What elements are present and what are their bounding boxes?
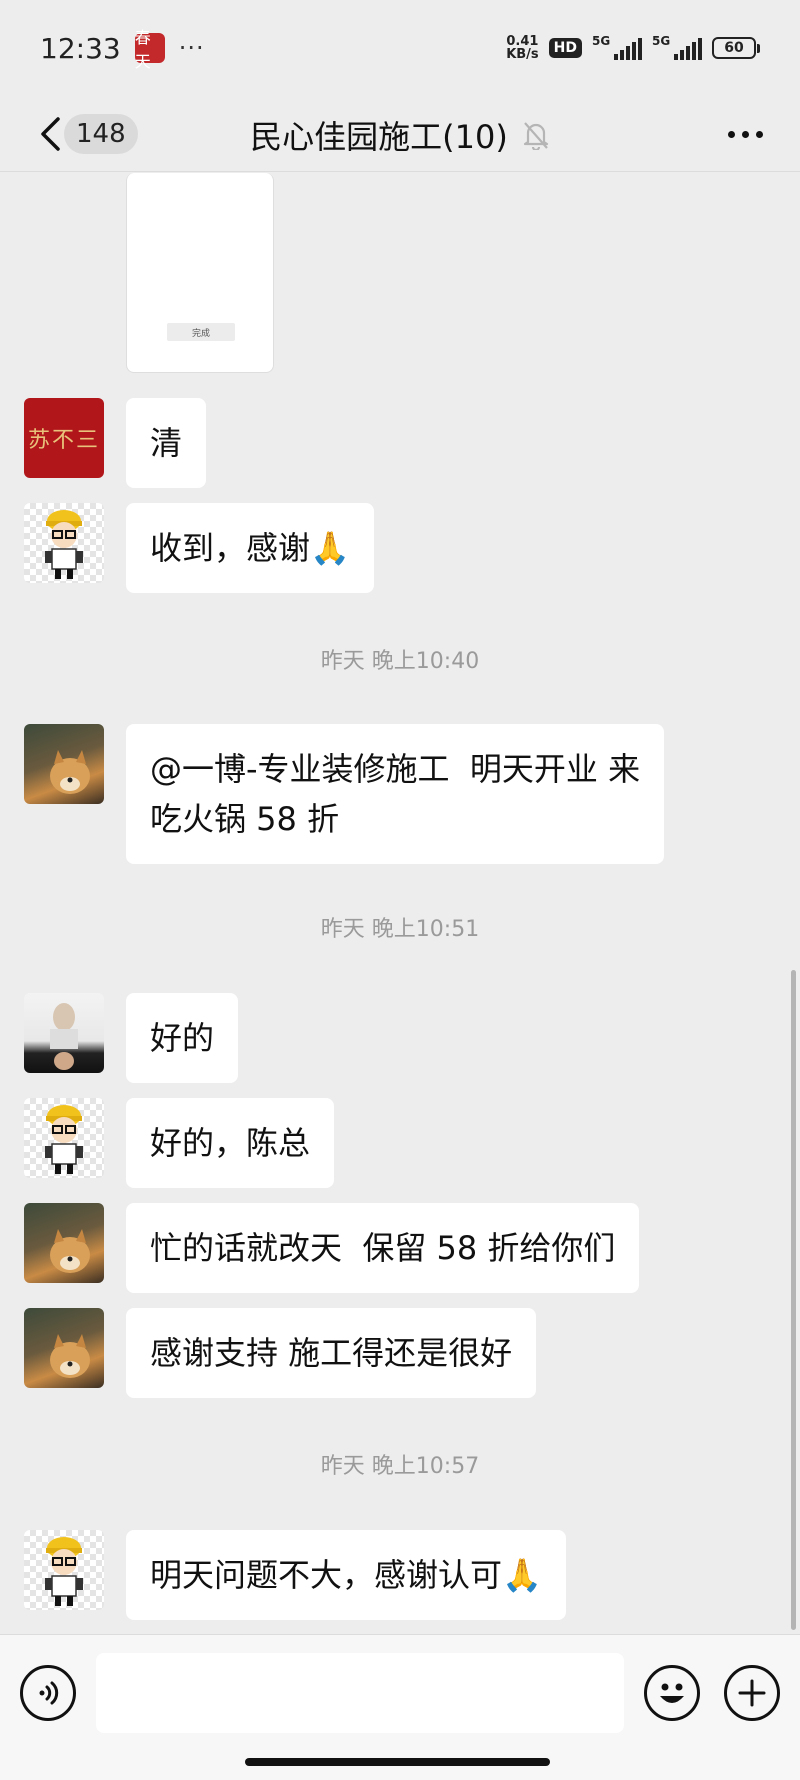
timestamp: 昨天 晚上10:40 xyxy=(320,649,480,674)
message-row: 苏不三 清 xyxy=(24,398,207,488)
page-title: 民心佳园施工(10) xyxy=(250,118,508,156)
image-done-label: 完成 xyxy=(167,323,235,341)
avatar[interactable]: 苏不三 xyxy=(24,398,104,478)
status-time: 12:33 xyxy=(40,31,121,65)
person-avatar-icon xyxy=(50,1003,78,1070)
worker-avatar-icon xyxy=(45,510,83,579)
message-bubble[interactable]: 感谢支持 施工得还是很好 xyxy=(126,1308,537,1398)
avatar[interactable] xyxy=(24,1530,104,1610)
battery-icon: 60 xyxy=(712,37,760,59)
message-row: 好的，陈总 xyxy=(24,1098,335,1188)
dog-avatar-icon xyxy=(50,1229,90,1273)
message-row: 好的 xyxy=(24,993,239,1083)
message-bubble[interactable]: 好的 xyxy=(126,993,239,1083)
status-bar: 12:33 春天 ··· 0.41 KB/s HD 5G 5G 60 xyxy=(0,0,800,96)
message-row: 忙的话就改天 保留 58 折给你们 xyxy=(24,1203,640,1293)
more-notifications-icon: ··· xyxy=(178,34,205,62)
avatar[interactable] xyxy=(24,1203,104,1283)
plus-icon xyxy=(738,1679,766,1707)
message-row: 明天问题不大，感谢认可🙏 xyxy=(24,1530,566,1620)
network-type-1: 5G xyxy=(592,34,611,48)
chat-area[interactable]: 完成 苏不三 清 收到，感谢🙏 昨天 晚上10:40 @一博-专业装修施工 明天… xyxy=(0,173,800,1633)
hd-voice-icon: HD xyxy=(548,38,582,58)
avatar[interactable] xyxy=(24,724,104,804)
chat-header: 148 民心佳园施工(10) xyxy=(0,96,800,172)
message-bubble[interactable]: 忙的话就改天 保留 58 折给你们 xyxy=(126,1203,640,1293)
home-indicator[interactable] xyxy=(245,1758,550,1766)
message-bubble[interactable]: 明天问题不大，感谢认可🙏 xyxy=(126,1530,566,1620)
battery-level: 60 xyxy=(712,37,756,59)
network-type-2: 5G xyxy=(652,34,671,48)
app-notification-icon: 春天 xyxy=(134,28,165,71)
message-row: 感谢支持 施工得还是很好 xyxy=(24,1308,537,1398)
message-bubble[interactable]: @一博-专业装修施工 明天开业 来 吃火锅 58 折 xyxy=(126,724,665,864)
dog-avatar-icon xyxy=(50,750,90,794)
message-bubble[interactable]: 好的，陈总 xyxy=(126,1098,335,1188)
timestamp: 昨天 晚上10:51 xyxy=(320,917,480,942)
plus-button[interactable] xyxy=(724,1665,780,1721)
status-left: 12:33 春天 ··· xyxy=(40,28,205,71)
message-input[interactable] xyxy=(96,1653,624,1733)
emoji-button[interactable] xyxy=(644,1665,700,1721)
voice-icon xyxy=(39,1681,59,1705)
message-bubble[interactable]: 清 xyxy=(126,398,207,488)
worker-avatar-icon xyxy=(45,1105,83,1174)
avatar-logo-text: 苏不三 xyxy=(27,428,100,453)
message-bubble[interactable]: 收到，感谢🙏 xyxy=(126,503,374,593)
avatar[interactable] xyxy=(24,1308,104,1388)
timestamp: 昨天 晚上10:57 xyxy=(320,1454,480,1479)
net-speed-unit: KB/s xyxy=(506,47,539,62)
signal-icon-2: 5G xyxy=(652,34,702,60)
net-speed: 0.41 KB/s xyxy=(506,35,538,61)
signal-icon: 5G xyxy=(592,34,642,60)
emoji-icon xyxy=(660,1683,684,1703)
worker-avatar-icon xyxy=(45,1537,83,1606)
message-row: 收到，感谢🙏 xyxy=(24,503,374,593)
status-right: 0.41 KB/s HD 5G 5G 60 xyxy=(506,34,760,61)
image-message[interactable]: 完成 xyxy=(126,173,274,373)
more-icon xyxy=(727,130,735,138)
title-wrap: 民心佳园施工(10) xyxy=(0,112,800,158)
bell-off-icon xyxy=(523,122,548,150)
avatar[interactable] xyxy=(24,1098,104,1178)
chat-scrollbar[interactable] xyxy=(791,970,796,1630)
message-row: @一博-专业装修施工 明天开业 来 吃火锅 58 折 xyxy=(24,724,665,864)
more-button[interactable] xyxy=(720,118,770,150)
avatar[interactable] xyxy=(24,503,104,583)
avatar[interactable] xyxy=(24,993,104,1073)
voice-button[interactable] xyxy=(20,1665,76,1721)
dog-avatar-icon xyxy=(50,1334,90,1378)
